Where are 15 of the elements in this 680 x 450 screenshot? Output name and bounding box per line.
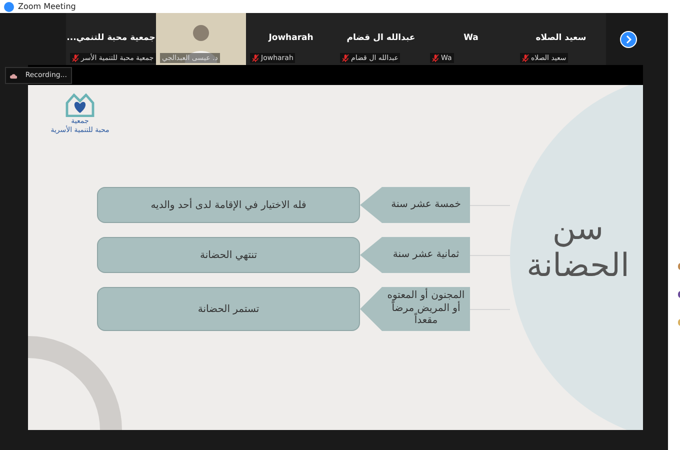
cloud-icon bbox=[10, 72, 18, 80]
result-box: تستمر الحضانة bbox=[97, 287, 360, 331]
result-box: تنتهي الحضانة bbox=[97, 237, 360, 273]
house-heart-logo-icon bbox=[65, 91, 95, 117]
result-box: فله الاختيار في الإقامة لدى أحد والديه bbox=[97, 187, 360, 223]
participant-name: سعيد الصلاه bbox=[536, 32, 586, 45]
next-page-button[interactable] bbox=[620, 30, 637, 48]
window-title: Zoom Meeting bbox=[18, 0, 76, 12]
slide-title: سن الحضانة bbox=[526, 210, 630, 284]
participant-name: Jowharah bbox=[268, 32, 314, 45]
participant-name: جمعية محبة للتنمي... bbox=[66, 32, 156, 45]
participant-name: عبدالله ال قضام bbox=[346, 32, 416, 45]
participant-name: Wa bbox=[464, 32, 478, 45]
chevron-right-icon bbox=[625, 34, 632, 44]
zoom-logo-icon bbox=[4, 2, 14, 12]
